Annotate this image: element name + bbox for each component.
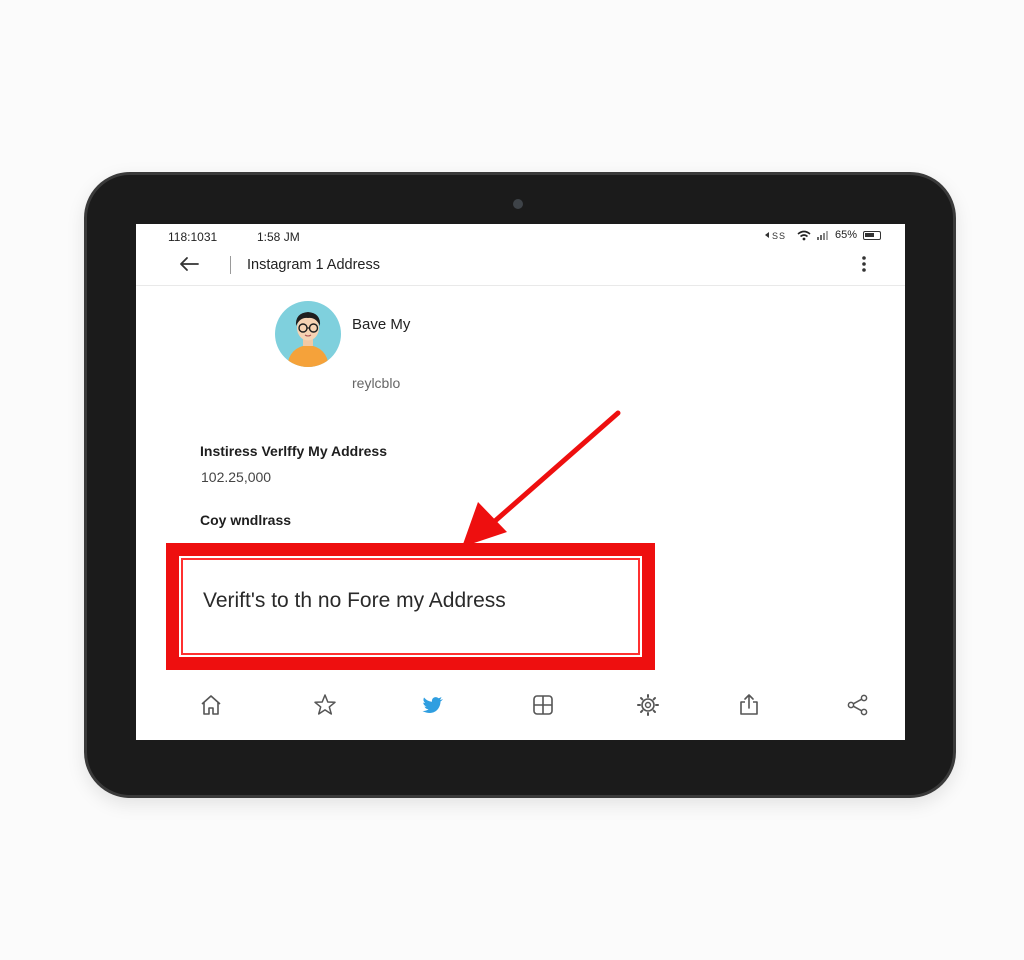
annotation-arrow-icon [462, 410, 621, 547]
